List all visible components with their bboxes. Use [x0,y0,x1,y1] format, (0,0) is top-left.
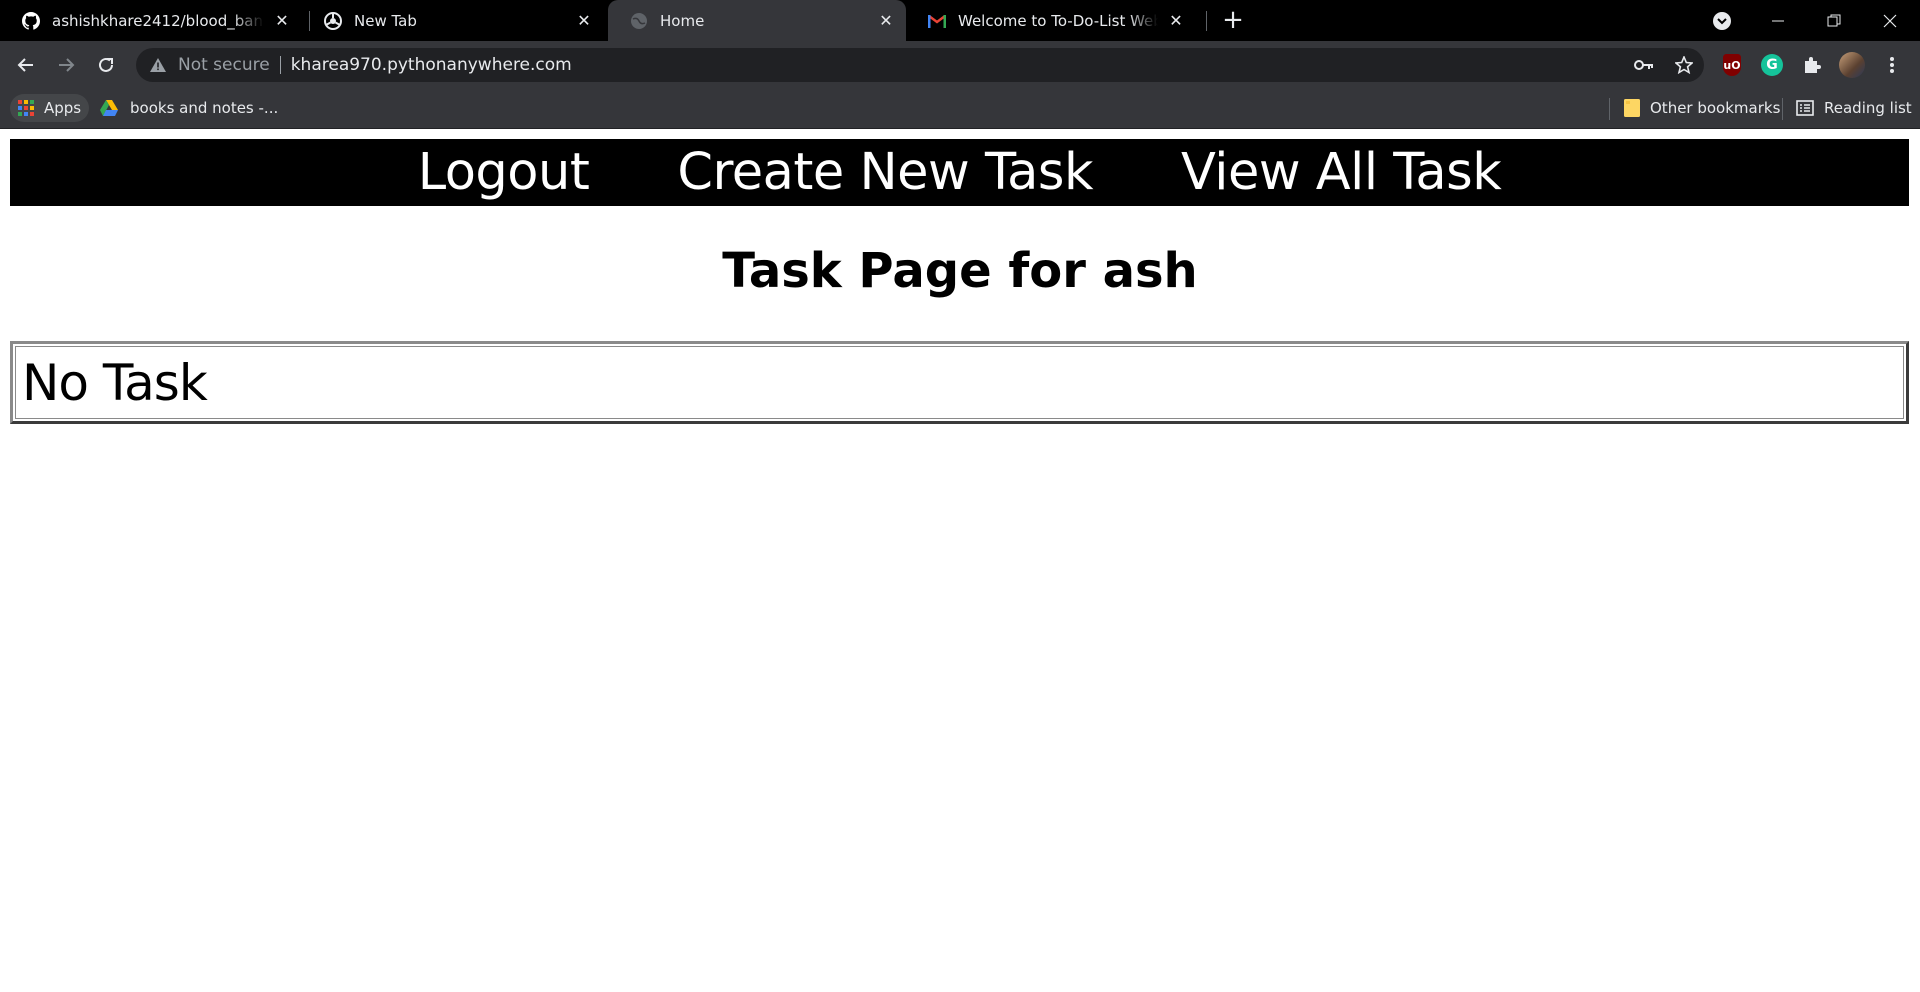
view-all-task-link[interactable]: View All Task [1181,143,1502,202]
logout-link[interactable]: Logout [418,143,590,202]
security-label[interactable]: Not secure [178,55,270,75]
back-arrow-icon[interactable] [10,49,42,81]
close-icon[interactable]: ✕ [1166,11,1186,31]
tab-title: Welcome to To-Do-List Web-app [958,11,1158,30]
browser-toolbar: Not secure kharea970.pythonanywhere.com … [0,41,1920,88]
ublock-icon[interactable]: uO [1716,49,1748,81]
folder-icon [1624,99,1640,117]
google-drive-icon [100,100,118,116]
address-bar[interactable]: Not secure kharea970.pythonanywhere.com [136,48,1704,82]
warning-icon[interactable] [150,57,166,73]
bookmark-books-and-notes[interactable]: books and notes -... [100,94,278,122]
url-text[interactable]: kharea970.pythonanywhere.com [291,55,572,75]
reading-list-button[interactable]: Reading list [1796,94,1912,122]
bookmark-label: Other bookmarks [1650,99,1781,117]
close-icon[interactable]: ✕ [876,11,896,31]
tab-strip: ashishkhare2412/blood_bank_ma ✕ New Tab … [0,0,1920,41]
tab-new-tab[interactable]: New Tab ✕ [302,0,604,41]
reload-icon[interactable] [90,49,122,81]
apps-grid-icon [18,100,34,116]
reading-list-icon [1796,100,1814,116]
profile-avatar[interactable] [1836,49,1868,81]
task-table: No Task [10,341,1909,424]
tab-title: Home [660,11,705,30]
minimize-icon[interactable] [1750,0,1806,41]
tab-github[interactable]: ashishkhare2412/blood_bank_ma ✕ [0,0,302,41]
close-icon[interactable]: ✕ [272,11,292,31]
bookmarks-bar: Apps books and notes -... Other bookmark… [0,88,1920,129]
tab-title: ashishkhare2412/blood_bank_ma [52,11,264,30]
page-content: Logout Create New Task View All Task Tas… [0,129,1920,992]
tab-home[interactable]: Home ✕ [608,0,906,41]
chrome-icon [324,11,342,30]
menu-kebab-icon[interactable] [1876,49,1908,81]
reading-list-label: Reading list [1824,99,1912,117]
bookmark-label: books and notes -... [130,99,279,117]
bookmark-other-bookmarks[interactable]: Other bookmarks [1624,94,1780,122]
tab-search-icon[interactable] [1694,0,1750,41]
top-nav: Logout Create New Task View All Task [10,139,1909,206]
globe-icon [630,12,648,30]
forward-arrow-icon[interactable] [50,49,82,81]
create-new-task-link[interactable]: Create New Task [677,143,1093,202]
close-window-icon[interactable] [1862,0,1918,41]
star-icon[interactable] [1664,56,1704,74]
task-empty-cell: No Task [15,346,1904,419]
github-icon [22,11,40,30]
bookmark-apps[interactable]: Apps [10,94,90,122]
tab-title: New Tab [354,11,417,30]
close-icon[interactable]: ✕ [574,11,594,31]
gmail-icon [928,12,946,30]
grammarly-icon[interactable]: G [1756,49,1788,81]
restore-icon[interactable] [1806,0,1862,41]
bookmark-apps-label: Apps [44,99,82,117]
page-title: Task Page for ash [722,243,1198,299]
extensions-puzzle-icon[interactable] [1796,49,1828,81]
tab-gmail[interactable]: Welcome to To-Do-List Web-app ✕ [906,0,1196,41]
new-tab-plus-icon[interactable]: + [1220,7,1246,34]
key-icon[interactable] [1624,59,1664,71]
